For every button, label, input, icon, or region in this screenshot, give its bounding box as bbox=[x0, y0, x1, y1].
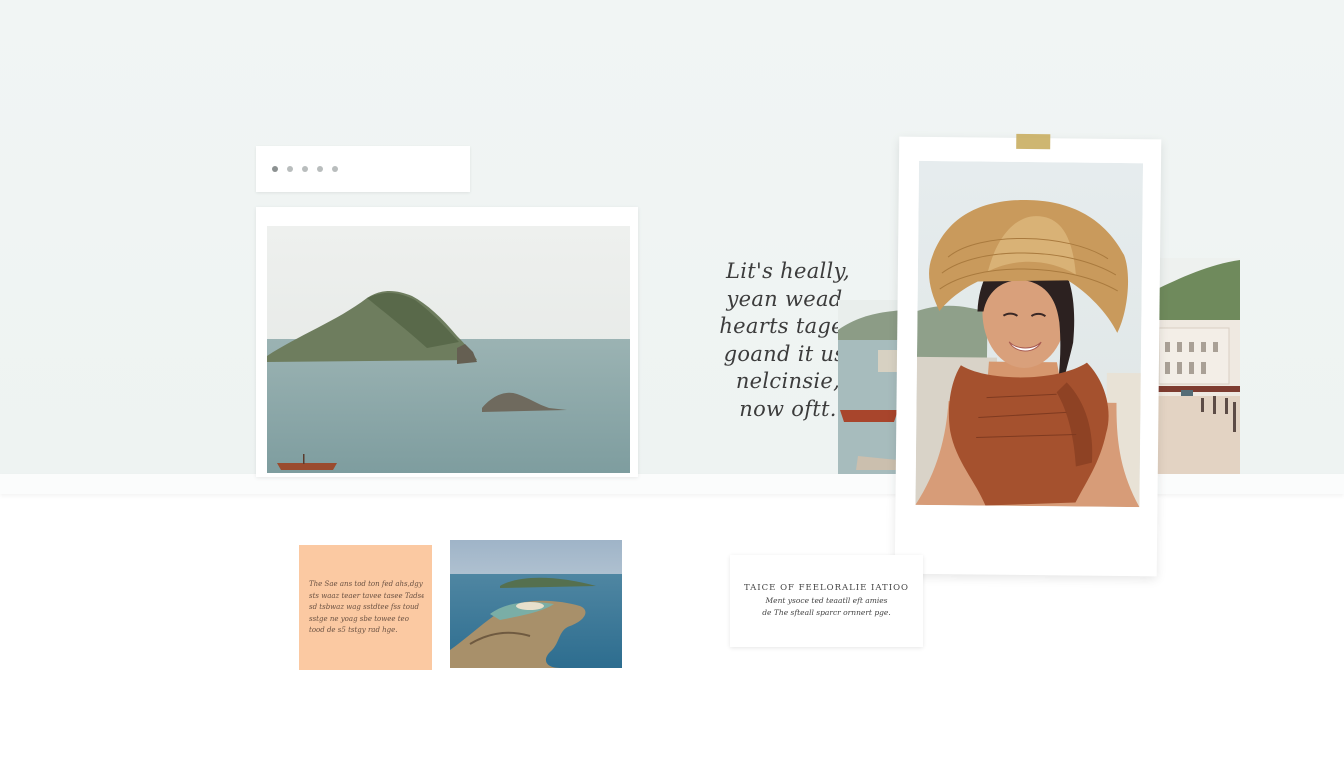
caption-title: TAICE OF FEELORALIE IATIOO bbox=[743, 583, 910, 593]
island-photo bbox=[267, 226, 630, 473]
note-line-5: tood de s5 tstgy rad hge. bbox=[309, 626, 398, 634]
note-line-4: sstge ne yoag sbe towee teo bbox=[309, 614, 409, 623]
caption-card: TAICE OF FEELORALIE IATIOO Ment ysoce te… bbox=[730, 555, 923, 647]
carousel-dot-5[interactable] bbox=[332, 166, 338, 172]
carousel-dot-4[interactable] bbox=[317, 166, 323, 172]
island-photo-card[interactable] bbox=[256, 207, 638, 477]
harbor-photo-left bbox=[838, 300, 904, 474]
tape-strip bbox=[1016, 133, 1051, 150]
woman-straw-hat-photo bbox=[915, 160, 1144, 508]
quote-line-6: now oftt. bbox=[739, 396, 837, 421]
portrait-polaroid[interactable] bbox=[894, 133, 1162, 577]
carousel-dot-3[interactable] bbox=[302, 166, 308, 172]
quote-line-4: goand it us, bbox=[723, 341, 853, 366]
handwritten-quote: Lit's heally, yean wead, hearts tagee go… bbox=[718, 258, 858, 423]
note-line-3: sd tsbwaz wag sstdtee fss toud bbox=[309, 603, 419, 611]
carousel-dot-1[interactable] bbox=[272, 166, 278, 172]
harbor-photo-right bbox=[1155, 258, 1240, 474]
quote-line-1: Lit's heally, bbox=[726, 259, 850, 283]
aerial-island-photo[interactable] bbox=[450, 540, 622, 668]
caption-line-2: de The sfteall sparcr ornnert pge. bbox=[762, 608, 891, 617]
note-line-2: sts waaz teaer tavee tasee Tadse bbox=[309, 591, 424, 600]
quote-line-5: nelcinsie, bbox=[735, 369, 841, 393]
caption-line-1: Ment ysoce ted teaatll eft amies bbox=[765, 596, 888, 605]
peach-note-card: The Sae ans tod ton fed ahs,dgy sts waaz… bbox=[299, 545, 432, 670]
quote-line-3: hearts tagee bbox=[719, 314, 857, 338]
carousel-dots bbox=[256, 146, 470, 192]
note-line-1: The Sae ans tod ton fed ahs,dgy bbox=[309, 580, 423, 588]
quote-line-2: yean wead, bbox=[726, 286, 850, 311]
carousel-dot-2[interactable] bbox=[287, 166, 293, 172]
